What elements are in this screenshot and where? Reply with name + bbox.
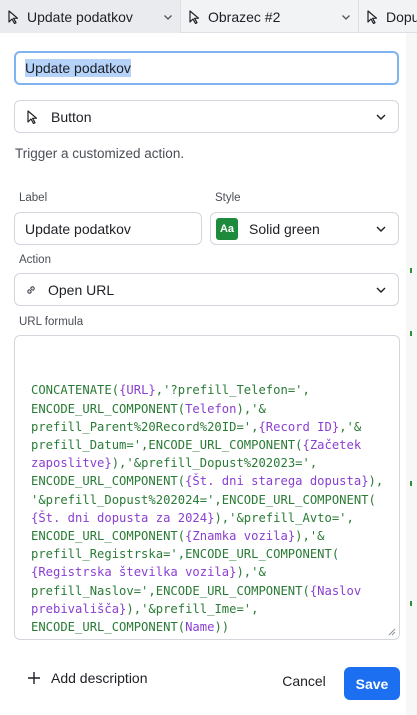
action-value: Open URL [48, 281, 115, 298]
style-field-label: Style [215, 192, 241, 204]
formula-line: {Registrska številka vozila}),'& [31, 565, 266, 580]
plus-icon [28, 672, 40, 684]
cursor-pointer-icon [27, 109, 38, 124]
resize-handle-icon[interactable] [388, 628, 396, 636]
green-marker [410, 481, 412, 486]
style-swatch: Aa [216, 217, 238, 240]
link-icon [27, 285, 35, 294]
action-field-label: Action [19, 254, 51, 266]
element-name-input[interactable]: Update podatkov [14, 51, 399, 85]
chevron-down-icon[interactable] [340, 11, 352, 23]
tab-bar: Update podatkov Obrazec #2 Dopu [0, 0, 417, 33]
formula-line: ENCODE_URL_COMPONENT(Name)) [31, 620, 230, 635]
cursor-pointer-icon [367, 9, 378, 24]
action-select[interactable]: Open URL [14, 273, 399, 306]
label-field-label: Label [19, 192, 48, 204]
save-button[interactable]: Save [344, 667, 400, 700]
formula-line: ENCODE_URL_COMPONENT({Št. dni starega do… [31, 474, 384, 489]
tab-dopu[interactable]: Dopu [359, 0, 417, 33]
add-description-button[interactable]: Add description [27, 670, 148, 686]
green-marker [410, 601, 412, 606]
url-formula-label: URL formula [19, 316, 84, 328]
button-label-input[interactable]: Update podatkov [14, 212, 202, 245]
formula-line: prebivališča}),'&prefill_Ime=', [31, 601, 259, 616]
tab-label: Obrazec #2 [208, 8, 281, 25]
formula-line: prefill_Parent%20Record%20ID=',{Record I… [31, 419, 362, 434]
element-type-select[interactable]: Button [14, 100, 399, 133]
chevron-down-icon[interactable] [162, 11, 174, 23]
cancel-button[interactable]: Cancel [277, 667, 331, 695]
canvas-edge [405, 33, 417, 715]
tab-label: Update podatkov [27, 8, 133, 25]
cursor-pointer-icon [8, 9, 19, 24]
formula-line: '&prefill_Dopust%202024=',ENCODE_URL_COM… [31, 492, 376, 507]
cursor-pointer-icon [189, 9, 200, 24]
chevron-down-icon [376, 287, 386, 293]
element-type-value: Button [51, 108, 92, 125]
chevron-down-icon [376, 114, 386, 120]
green-marker [410, 331, 412, 336]
formula-line: ENCODE_URL_COMPONENT({Znamka vozila}),'& [31, 529, 325, 544]
tab-update-podatkov[interactable]: Update podatkov [0, 0, 181, 33]
formula-line: CONCATENATE({URL},'?prefill_Telefon=', [31, 383, 310, 398]
tab-obrazec-2[interactable]: Obrazec #2 [181, 0, 359, 33]
formula-line: zaposlitve}),'&prefill_Dopust%202023=', [31, 456, 318, 471]
chevron-down-icon [376, 226, 386, 232]
button-style-select[interactable]: Aa Solid green [210, 212, 399, 245]
tab-label: Dopu [386, 8, 417, 25]
formula-line: ENCODE_URL_COMPONENT(Telefon),'& [31, 401, 266, 416]
formula-line: prefill_Datum=',ENCODE_URL_COMPONENT({Za… [31, 438, 362, 453]
button-style-value: Solid green [249, 220, 320, 237]
button-config-panel: Update podatkov Button Trigger a customi… [0, 33, 406, 715]
formula-line: {Št. dni dopusta za 2024}),'&prefill_Avt… [31, 510, 354, 525]
green-marker [410, 268, 412, 273]
element-name-value: Update podatkov [25, 59, 131, 77]
formula-line: prefill_Naslov=',ENCODE_URL_COMPONENT({N… [31, 583, 362, 598]
add-description-label: Add description [51, 670, 148, 686]
url-formula-editor[interactable]: CONCATENATE({URL},'?prefill_Telefon=', EN… [14, 335, 400, 640]
formula-line: prefill_Registrska=',ENCODE_URL_COMPONEN… [31, 547, 340, 562]
element-description: Trigger a customized action. [15, 146, 185, 161]
button-label-value: Update podatkov [25, 220, 131, 237]
